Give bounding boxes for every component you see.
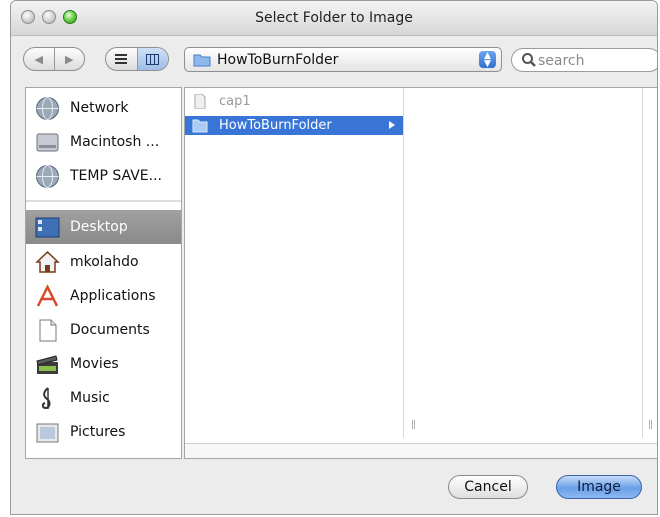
sidebar-item-label: mkolahdo bbox=[70, 254, 139, 270]
sidebar-item-temp-save[interactable]: TEMP SAVE... bbox=[26, 160, 181, 192]
music-note-icon bbox=[41, 387, 51, 410]
toolbar: ◀ ▶ HowToBurnFolder ▲ ▼ bbox=[11, 35, 657, 83]
back-forward-control: ◀ ▶ bbox=[23, 47, 85, 71]
folder-icon bbox=[193, 54, 211, 67]
sidebar: Network Macintosh ... TEMP SAVE... Deskt bbox=[25, 87, 182, 459]
movies-clapper-icon bbox=[36, 355, 58, 374]
title-bar: Select Folder to Image bbox=[11, 1, 657, 36]
hard-drive-icon bbox=[36, 133, 59, 152]
cancel-button[interactable]: Cancel bbox=[448, 475, 528, 499]
sidebar-item-macintosh-hd[interactable]: Macintosh ... bbox=[26, 126, 181, 158]
folder-icon bbox=[192, 119, 208, 133]
sidebar-item-label: Documents bbox=[70, 322, 150, 338]
column-browser: cap1 HowToBurnFolder || || bbox=[184, 87, 657, 459]
select-folder-dialog: Select Folder to Image ◀ ▶ HowToBurnFold… bbox=[10, 0, 658, 515]
network-globe-icon bbox=[36, 97, 59, 120]
sidebar-item-movies[interactable]: Movies bbox=[26, 348, 181, 380]
sidebar-item-documents[interactable]: Documents bbox=[26, 314, 181, 346]
sidebar-item-label: Pictures bbox=[70, 424, 126, 440]
popup-arrows-icon: ▲ ▼ bbox=[479, 51, 496, 69]
list-view-icon bbox=[115, 54, 128, 64]
browser-column-2: || bbox=[404, 88, 653, 438]
sidebar-item-label: Network bbox=[70, 100, 129, 116]
sidebar-item-music[interactable]: Music bbox=[26, 382, 181, 414]
documents-icon bbox=[39, 319, 57, 342]
home-icon bbox=[35, 250, 60, 273]
image-button[interactable]: Image bbox=[556, 475, 642, 499]
search-field[interactable] bbox=[511, 48, 657, 72]
pictures-icon bbox=[36, 423, 59, 443]
sidebar-item-pictures[interactable]: Pictures bbox=[26, 416, 181, 448]
search-input[interactable] bbox=[536, 51, 650, 71]
file-name: cap1 bbox=[219, 94, 251, 109]
applications-icon bbox=[36, 284, 59, 307]
folder-name: HowToBurnFolder bbox=[219, 118, 332, 133]
forward-arrow-icon: ▶ bbox=[65, 52, 74, 66]
sidebar-item-label: Desktop bbox=[70, 219, 128, 235]
sidebar-item-applications[interactable]: Applications bbox=[26, 280, 181, 312]
sidebar-item-label: TEMP SAVE... bbox=[70, 168, 162, 184]
search-icon bbox=[522, 53, 536, 67]
sidebar-item-label: Movies bbox=[70, 356, 119, 372]
location-popup[interactable]: HowToBurnFolder ▲ ▼ bbox=[184, 47, 502, 72]
sidebar-item-home[interactable]: mkolahdo bbox=[26, 246, 181, 278]
sidebar-item-network[interactable]: Network bbox=[26, 92, 181, 124]
sidebar-divider bbox=[26, 200, 181, 202]
sidebar-item-label: Music bbox=[70, 390, 110, 406]
disclosure-arrow-icon bbox=[389, 121, 395, 129]
column-view-icon bbox=[146, 53, 160, 65]
back-button[interactable]: ◀ bbox=[24, 48, 54, 70]
forward-button[interactable]: ▶ bbox=[53, 48, 85, 70]
browser-column-1: cap1 HowToBurnFolder || bbox=[185, 88, 416, 438]
back-arrow-icon: ◀ bbox=[34, 52, 43, 66]
sidebar-item-label: Macintosh ... bbox=[70, 134, 160, 150]
view-mode-control bbox=[105, 47, 169, 71]
sidebar-item-label: Applications bbox=[70, 288, 156, 304]
desktop-icon bbox=[35, 217, 60, 238]
window-title: Select Folder to Image bbox=[255, 10, 413, 26]
location-label: HowToBurnFolder bbox=[217, 52, 339, 68]
list-item-howtoburnfolder[interactable]: HowToBurnFolder bbox=[185, 116, 403, 135]
sidebar-item-desktop[interactable]: Desktop bbox=[26, 210, 181, 244]
list-view-button[interactable] bbox=[106, 48, 137, 70]
horizontal-scrollbar[interactable] bbox=[185, 443, 657, 458]
list-item-cap1[interactable]: cap1 bbox=[185, 92, 403, 111]
file-icon bbox=[194, 94, 206, 109]
column-resize-handle[interactable]: || bbox=[648, 420, 653, 430]
column-view-button[interactable] bbox=[136, 48, 168, 70]
network-volume-icon bbox=[36, 165, 59, 188]
